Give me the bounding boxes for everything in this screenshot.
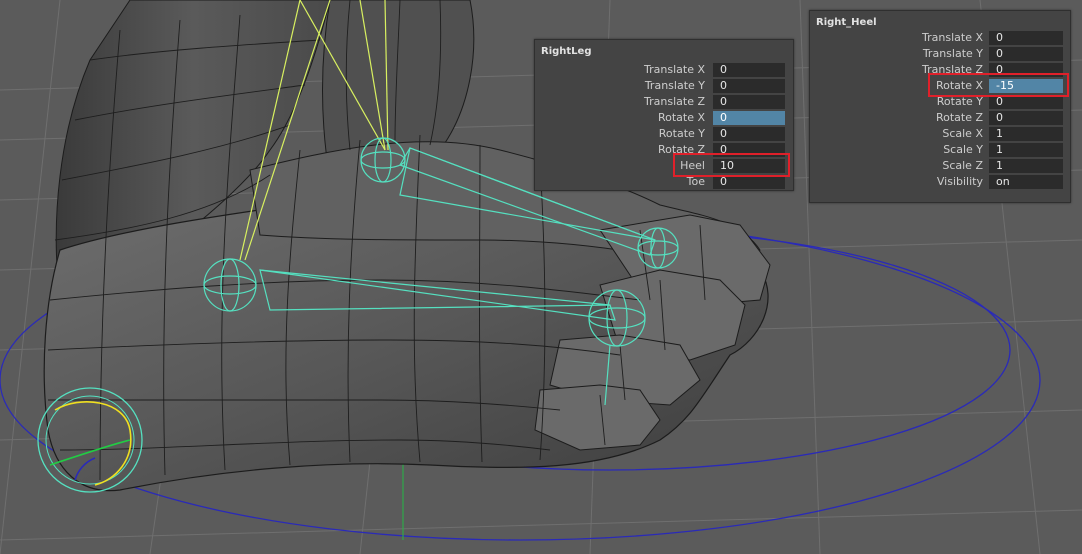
channel-label: Rotate X [657, 111, 705, 124]
channel-scale-x[interactable]: Scale X 1 [810, 126, 1070, 142]
channel-label: Rotate X [935, 79, 983, 92]
channel-rotate-x[interactable]: Rotate X -15 [810, 78, 1070, 94]
channel-label: Translate Z [644, 95, 705, 108]
channel-translate-z[interactable]: Translate Z 0 [535, 94, 793, 110]
channel-label: Rotate Y [936, 95, 983, 108]
channel-value-field[interactable]: 1 [989, 143, 1063, 157]
channel-translate-y[interactable]: Translate Y 0 [810, 46, 1070, 62]
channel-translate-x[interactable]: Translate X 0 [810, 30, 1070, 46]
channel-value-field[interactable]: -15 [989, 79, 1063, 93]
channel-value-field[interactable]: 0 [989, 95, 1063, 109]
channel-box-right-heel[interactable]: Right_Heel Translate X 0 Translate Y 0 T… [809, 10, 1071, 203]
channel-label: Rotate Z [657, 143, 705, 156]
panel-title: Right_Heel [816, 17, 877, 28]
channel-value-field[interactable]: 0 [713, 143, 785, 157]
channel-label: Translate Y [922, 47, 983, 60]
channel-label: Visibility [936, 175, 983, 188]
channel-toe[interactable]: Toe 0 [535, 174, 793, 190]
channel-rotate-z[interactable]: Rotate Z 0 [810, 110, 1070, 126]
channel-rotate-x[interactable]: Rotate X 0 [535, 110, 793, 126]
channel-value-field[interactable]: 0 [989, 63, 1063, 77]
channel-label: Rotate Z [935, 111, 983, 124]
channel-translate-y[interactable]: Translate Y 0 [535, 78, 793, 94]
channel-value-field[interactable]: 0 [713, 95, 785, 109]
channel-value-field[interactable]: 1 [989, 127, 1063, 141]
channel-translate-z[interactable]: Translate Z 0 [810, 62, 1070, 78]
channel-value-field[interactable]: 0 [713, 111, 785, 125]
channel-value-field[interactable]: on [989, 175, 1063, 189]
channel-label: Scale X [942, 127, 983, 140]
channel-value-field[interactable]: 10 [713, 159, 785, 173]
channel-label: Translate X [644, 63, 705, 76]
channel-value-field[interactable]: 0 [713, 127, 785, 141]
channel-value-field[interactable]: 0 [989, 111, 1063, 125]
channel-rotate-y[interactable]: Rotate Y 0 [810, 94, 1070, 110]
channel-value-field[interactable]: 0 [713, 79, 785, 93]
channel-heel[interactable]: Heel 10 [535, 158, 793, 174]
panel-title: RightLeg [541, 46, 592, 57]
channel-value-field[interactable]: 0 [713, 175, 785, 189]
channel-label: Translate Y [644, 79, 705, 92]
channel-label: Translate Z [922, 63, 983, 76]
channel-label: Heel [680, 159, 705, 172]
channel-rotate-y[interactable]: Rotate Y 0 [535, 126, 793, 142]
channel-label: Toe [686, 175, 705, 188]
channel-translate-x[interactable]: Translate X 0 [535, 62, 793, 78]
channel-box-rightleg[interactable]: RightLeg Translate X 0 Translate Y 0 Tra… [534, 39, 794, 191]
channel-label: Translate X [922, 31, 983, 44]
channel-value-field[interactable]: 0 [989, 47, 1063, 61]
channel-rotate-z[interactable]: Rotate Z 0 [535, 142, 793, 158]
channel-label: Rotate Y [658, 127, 705, 140]
channel-label: Scale Y [943, 143, 983, 156]
channel-value-field[interactable]: 1 [989, 159, 1063, 173]
channel-value-field[interactable]: 0 [989, 31, 1063, 45]
channel-value-field[interactable]: 0 [713, 63, 785, 77]
channel-label: Scale Z [942, 159, 983, 172]
channel-scale-y[interactable]: Scale Y 1 [810, 142, 1070, 158]
channel-visibility[interactable]: Visibility on [810, 174, 1070, 190]
channel-scale-z[interactable]: Scale Z 1 [810, 158, 1070, 174]
